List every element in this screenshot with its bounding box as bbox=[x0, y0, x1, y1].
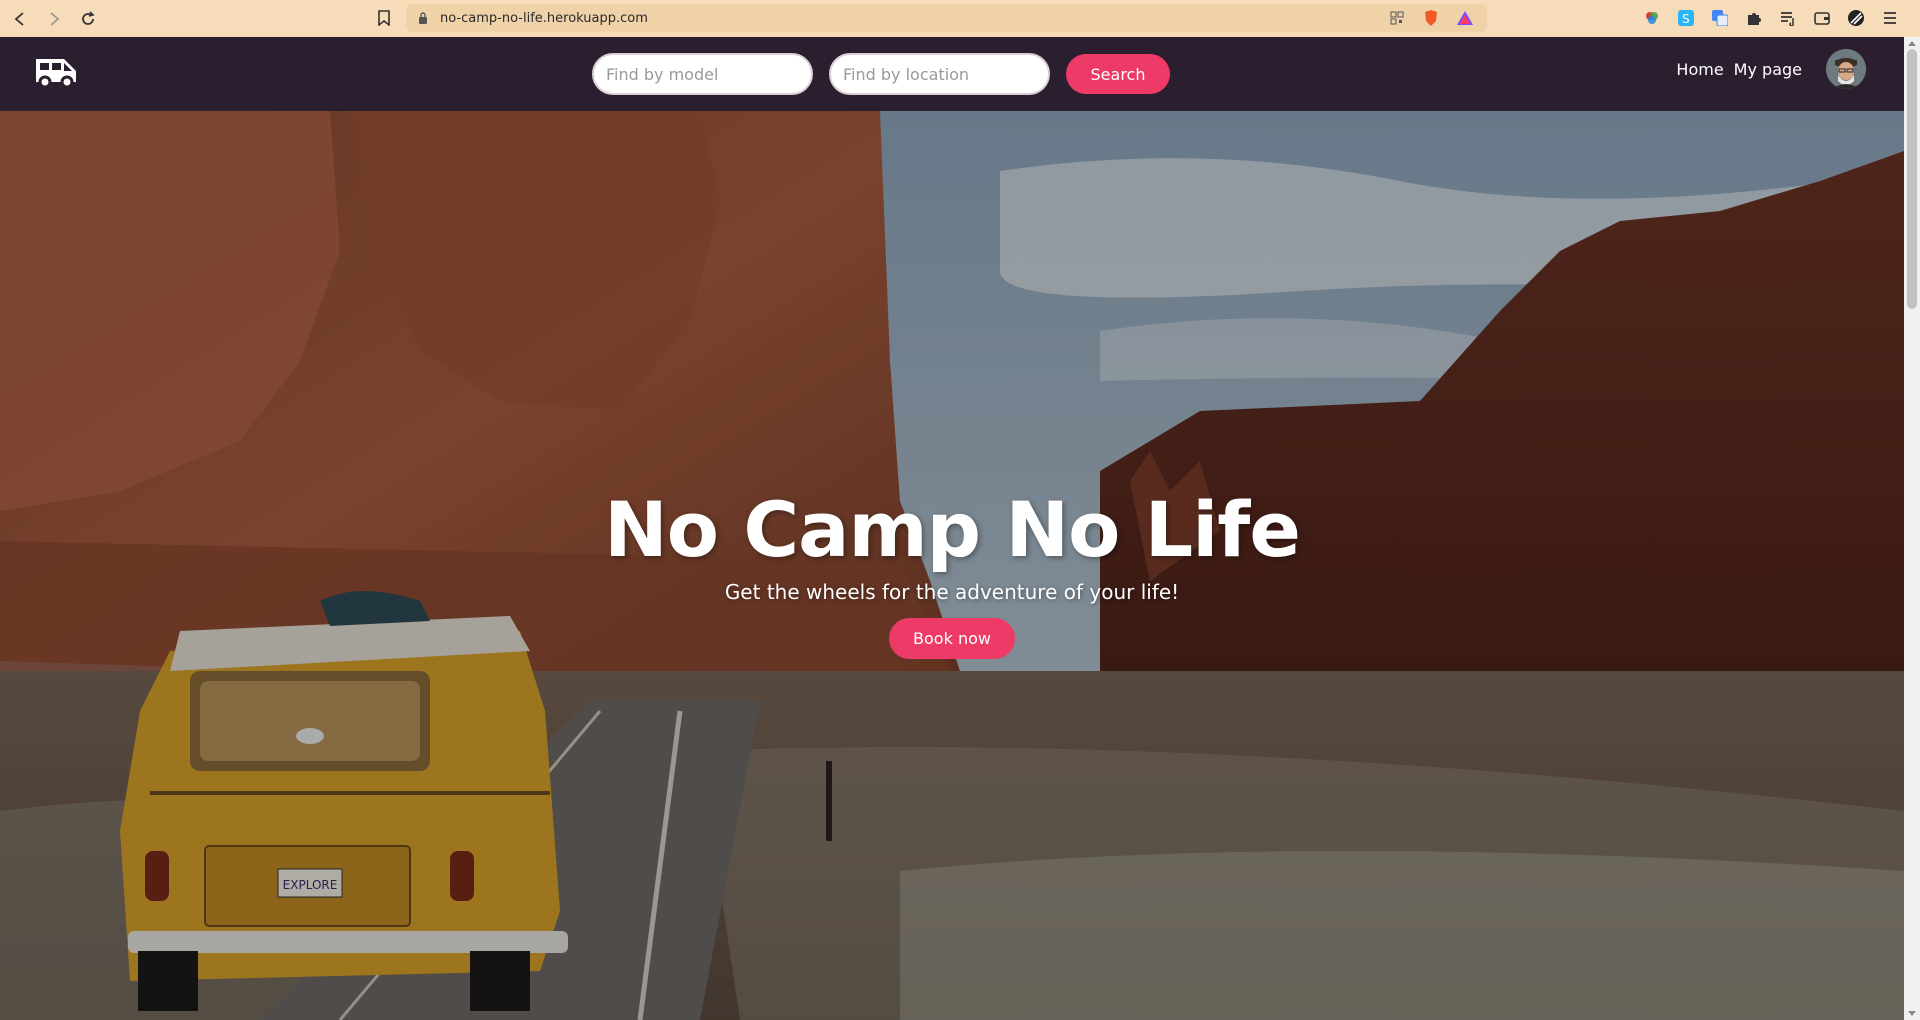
bookmark-icon[interactable] bbox=[374, 8, 394, 28]
nav-links: Home My page bbox=[1676, 49, 1866, 89]
reading-list-icon[interactable] bbox=[1778, 8, 1798, 28]
page-scrollbar[interactable] bbox=[1904, 37, 1920, 1020]
lock-icon bbox=[418, 11, 430, 25]
scroll-up-arrow-icon[interactable] bbox=[1908, 41, 1916, 46]
hero-title: No Camp No Life bbox=[604, 485, 1301, 574]
forward-icon[interactable] bbox=[40, 5, 68, 33]
hero-subtitle: Get the wheels for the adventure of your… bbox=[724, 580, 1180, 604]
hero-banner: EXPLORE No Camp No Life Get the wheels f… bbox=[0, 111, 1904, 1020]
back-icon[interactable] bbox=[6, 5, 34, 33]
user-avatar[interactable] bbox=[1826, 49, 1866, 89]
search-button[interactable]: Search bbox=[1066, 54, 1170, 94]
translate-extension-icon[interactable] bbox=[1710, 8, 1730, 28]
book-now-button[interactable]: Book now bbox=[889, 618, 1015, 659]
model-search-input[interactable] bbox=[592, 53, 813, 95]
scroll-down-arrow-icon[interactable] bbox=[1908, 1011, 1916, 1016]
wallet-icon[interactable] bbox=[1812, 8, 1832, 28]
qr-code-icon[interactable] bbox=[1387, 8, 1407, 28]
color-picker-extension-icon[interactable] bbox=[1642, 8, 1662, 28]
location-search-input[interactable] bbox=[829, 53, 1050, 95]
reload-icon[interactable] bbox=[74, 5, 102, 33]
site-navbar: Search Home My page bbox=[0, 37, 1904, 111]
camper-van-logo-icon[interactable] bbox=[34, 55, 78, 89]
profile-extension-icon[interactable] bbox=[1846, 8, 1866, 28]
address-bar[interactable]: no-camp-no-life.herokuapp.com bbox=[406, 4, 1487, 32]
brave-shield-icon[interactable] bbox=[1421, 8, 1441, 28]
svg-text:S: S bbox=[1682, 12, 1690, 26]
hero-content: No Camp No Life Get the wheels for the a… bbox=[0, 485, 1904, 659]
s-extension-icon[interactable]: S bbox=[1676, 8, 1696, 28]
extensions-puzzle-icon[interactable] bbox=[1744, 8, 1764, 28]
brave-rewards-icon[interactable] bbox=[1455, 8, 1475, 28]
nav-link-my-page[interactable]: My page bbox=[1734, 60, 1802, 79]
url-text: no-camp-no-life.herokuapp.com bbox=[440, 10, 648, 26]
scroll-thumb[interactable] bbox=[1907, 49, 1917, 309]
menu-icon[interactable] bbox=[1880, 8, 1900, 28]
search-form: Search bbox=[592, 53, 1170, 95]
nav-link-home[interactable]: Home bbox=[1676, 60, 1723, 79]
browser-toolbar: no-camp-no-life.herokuapp.com S bbox=[0, 0, 1920, 37]
